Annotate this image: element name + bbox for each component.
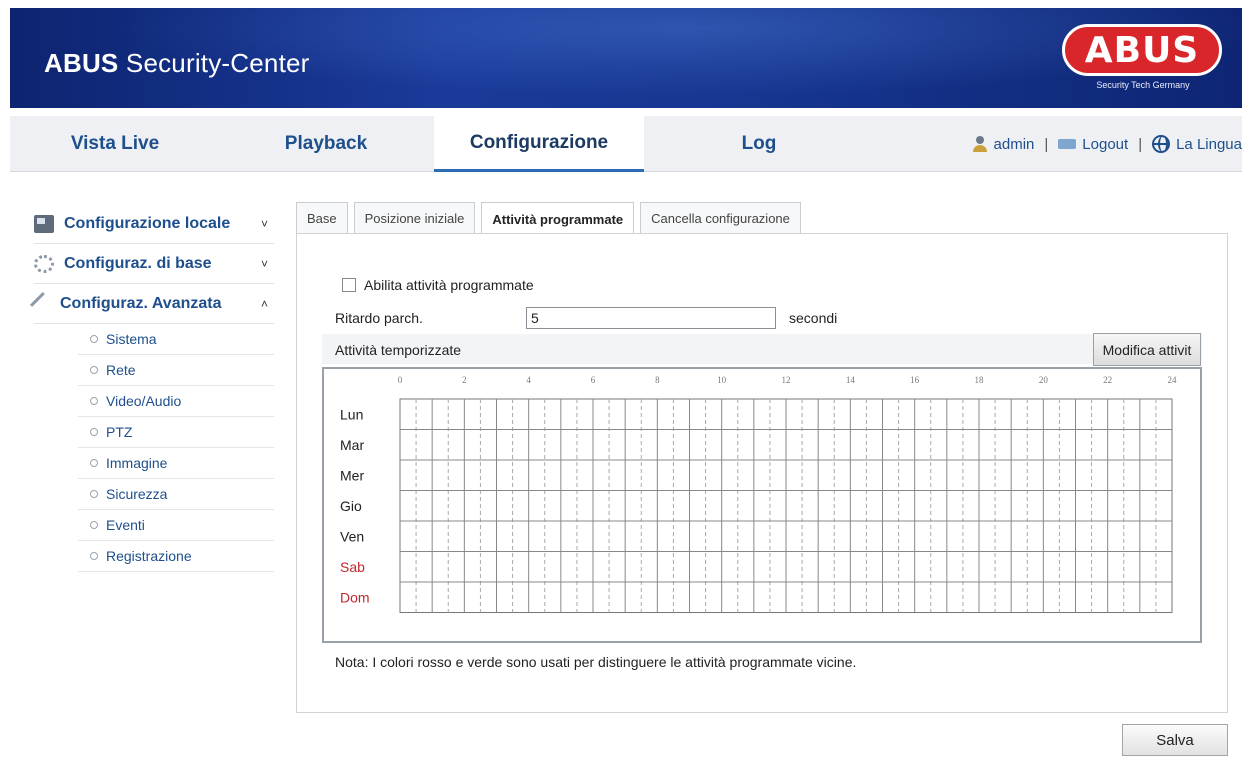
bullet-icon xyxy=(90,490,98,498)
sidebar: Configurazione locale ˅ Configuraz. di b… xyxy=(29,204,274,572)
day-label-gio: Gio xyxy=(340,498,362,514)
hour-label: 2 xyxy=(462,375,467,385)
delay-label: Ritardo parch. xyxy=(335,310,423,326)
sidebar-item-rete[interactable]: Rete xyxy=(78,355,274,386)
sidebar-group-advanced-config[interactable]: Configuraz. Avanzata ˄ xyxy=(29,284,274,324)
sidebar-item-label: PTZ xyxy=(106,424,133,440)
sidebar-item-sicurezza[interactable]: Sicurezza xyxy=(78,479,274,510)
sidebar-item-sistema[interactable]: Sistema xyxy=(78,324,274,355)
edit-schedule-button[interactable]: Modifica attivit xyxy=(1093,333,1201,366)
logout-label: Logout xyxy=(1082,135,1129,153)
hour-label: 18 xyxy=(975,375,985,385)
tab-base[interactable]: Base xyxy=(296,202,348,233)
sidebar-group-local-config[interactable]: Configurazione locale ˅ xyxy=(34,204,274,244)
chevron-down-icon: ˅ xyxy=(260,256,268,271)
language-label: La Lingua xyxy=(1176,135,1242,153)
sidebar-item-label: Sicurezza xyxy=(106,486,168,502)
enable-scheduled-checkbox[interactable] xyxy=(342,278,356,292)
sidebar-item-label: Eventi xyxy=(106,517,145,533)
app-title: ABUS Security-Center xyxy=(44,48,310,78)
tab-home-position[interactable]: Posizione iniziale xyxy=(353,202,476,233)
header-banner: ABUS Security-Center ABUS Security Tech … xyxy=(10,8,1242,108)
hour-label: 16 xyxy=(910,375,920,385)
delay-unit: secondi xyxy=(789,310,838,326)
schedule-grid[interactable]: 0 2 4 6 8 10 12 14 16 18 20 22 24LunMarMerGioVenSabD… xyxy=(322,367,1202,643)
separator: | xyxy=(1044,135,1049,153)
config-tabs: Base Posizione iniziale Attività program… xyxy=(296,202,807,235)
nav-tab-configuration[interactable]: Configurazione xyxy=(434,116,644,172)
hour-label: 24 xyxy=(1168,375,1178,385)
sidebar-item-video-audio[interactable]: Video/Audio xyxy=(78,386,274,417)
user-icon xyxy=(972,136,988,152)
day-label-mar: Mar xyxy=(340,437,364,453)
sidebar-item-label: Registrazione xyxy=(106,548,192,564)
hour-label: 22 xyxy=(1103,375,1112,385)
bullet-icon xyxy=(90,428,98,436)
hour-label: 0 xyxy=(398,375,403,385)
day-label-sab: Sab xyxy=(340,559,365,575)
globe-icon xyxy=(1152,135,1171,153)
bullet-icon xyxy=(90,397,98,405)
hour-label: 20 xyxy=(1039,375,1049,385)
main-nav: Vista Live Playback Configurazione Log a… xyxy=(10,116,1242,172)
nav-tab-log[interactable]: Log xyxy=(644,116,874,172)
day-label-dom: Dom xyxy=(340,589,370,605)
hour-label: 6 xyxy=(591,375,596,385)
tab-scheduled-tasks[interactable]: Attività programmate xyxy=(481,202,635,235)
tab-clear-config[interactable]: Cancella configurazione xyxy=(640,202,801,233)
wrench-icon xyxy=(29,291,55,316)
local-config-icon xyxy=(34,214,54,233)
user-account[interactable]: admin xyxy=(972,135,1035,153)
enable-scheduled-label: Abilita attività programmate xyxy=(364,277,534,293)
sidebar-group-label: Configuraz. di base xyxy=(64,254,212,272)
hour-label: 12 xyxy=(782,375,791,385)
day-label-lun: Lun xyxy=(340,406,363,422)
hour-label: 14 xyxy=(846,375,856,385)
abus-logo-tagline: Security Tech Germany xyxy=(1096,80,1190,90)
logout-link[interactable]: Logout xyxy=(1058,136,1128,153)
chevron-down-icon: ˅ xyxy=(260,216,268,231)
bullet-icon xyxy=(90,521,98,529)
separator: | xyxy=(1138,135,1143,153)
hour-label: 8 xyxy=(655,375,660,385)
sidebar-item-label: Rete xyxy=(106,362,136,378)
nav-tab-playback[interactable]: Playback xyxy=(220,116,432,172)
sidebar-item-ptz[interactable]: PTZ xyxy=(78,417,274,448)
sidebar-item-label: Video/Audio xyxy=(106,393,182,409)
day-label-mer: Mer xyxy=(340,467,364,483)
bullet-icon xyxy=(90,366,98,374)
sidebar-item-registrazione[interactable]: Registrazione xyxy=(78,541,274,572)
chevron-up-icon: ˄ xyxy=(260,296,268,311)
user-menu: admin | Logout | La Lingua xyxy=(972,116,1242,172)
hour-label: 4 xyxy=(526,375,531,385)
sidebar-item-label: Immagine xyxy=(106,455,168,471)
bullet-icon xyxy=(90,552,98,560)
sidebar-item-immagine[interactable]: Immagine xyxy=(78,448,274,479)
language-menu[interactable]: La Lingua xyxy=(1152,135,1242,153)
schedule-note: Nota: I colori rosso e verde sono usati … xyxy=(335,654,857,670)
gear-icon xyxy=(34,254,54,273)
nav-tab-live[interactable]: Vista Live xyxy=(10,116,220,172)
abus-logo: ABUS Security Tech Germany xyxy=(1058,22,1230,100)
bullet-icon xyxy=(90,335,98,343)
delay-input[interactable] xyxy=(526,307,776,329)
enable-scheduled-row: Abilita attività programmate xyxy=(342,277,534,293)
sidebar-item-label: Sistema xyxy=(106,331,157,347)
sidebar-group-label: Configuraz. Avanzata xyxy=(60,294,222,312)
abus-logo-badge: ABUS xyxy=(1062,24,1222,76)
sidebar-item-eventi[interactable]: Eventi xyxy=(78,510,274,541)
day-label-ven: Ven xyxy=(340,528,364,544)
sidebar-group-basic-config[interactable]: Configuraz. di base ˅ xyxy=(34,244,274,284)
hour-label: 10 xyxy=(717,375,727,385)
bullet-icon xyxy=(90,459,98,467)
timed-tasks-label: Attività temporizzate xyxy=(335,342,462,358)
sidebar-group-label: Configurazione locale xyxy=(64,214,231,232)
save-button[interactable]: Salva xyxy=(1122,724,1228,756)
logout-icon xyxy=(1058,139,1077,149)
user-name: admin xyxy=(993,135,1035,153)
